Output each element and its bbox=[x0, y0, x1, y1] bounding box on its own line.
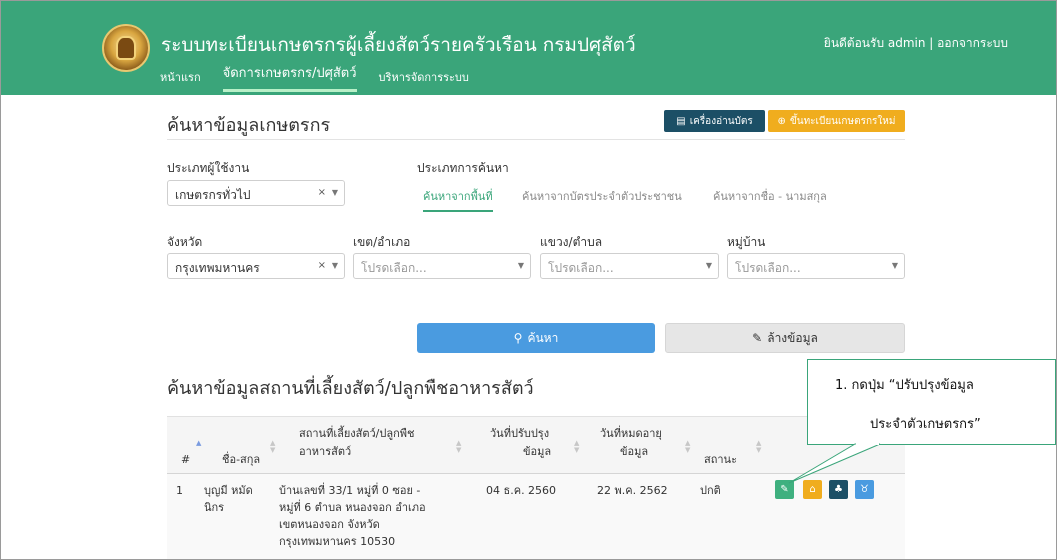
sort-icon[interactable]: ▲ ▼ bbox=[456, 440, 461, 454]
clear-button[interactable]: ✎ ล้างข้อมูล bbox=[665, 323, 905, 353]
user-type-value: เกษตรกรทั่วไป bbox=[175, 188, 251, 202]
sort-icon[interactable]: ▲ ▼ bbox=[756, 440, 761, 454]
user-type-label: ประเภทผู้ใช้งาน bbox=[167, 161, 250, 175]
livestock-icon: ♉ bbox=[860, 484, 869, 495]
chevron-down-icon: ▼ bbox=[331, 261, 338, 270]
search-icon: ⚲ bbox=[513, 331, 523, 345]
card-reader-button[interactable]: ▤ เครื่องอ่านบัตร bbox=[664, 110, 765, 132]
col-status[interactable]: สถานะ bbox=[704, 452, 737, 468]
col-expiry-2[interactable]: ข้อมูล bbox=[620, 444, 648, 460]
tab-search-by-name[interactable]: ค้นหาจากชื่อ - นามสกุล bbox=[713, 187, 827, 210]
row-status: ปกติ bbox=[700, 484, 721, 497]
edit-farmer-button[interactable]: ✎ bbox=[775, 480, 794, 499]
house-icon: ⌂ bbox=[809, 484, 816, 495]
search-type-label: ประเภทการค้นหา bbox=[417, 161, 509, 175]
app-title: ระบบทะเบียนเกษตรกรผู้เลี้ยงสัตว์รายครัวเ… bbox=[161, 34, 636, 56]
province-select[interactable]: กรุงเทพมหานคร × ▼ bbox=[167, 253, 345, 279]
tree-button[interactable]: ♣ bbox=[829, 480, 848, 499]
row-name-1: บุญมี หมัด bbox=[204, 484, 253, 497]
clear-icon[interactable]: × bbox=[318, 260, 326, 271]
clear-icon[interactable]: × bbox=[318, 187, 326, 198]
subdistrict-select[interactable]: โปรดเลือก... ▼ bbox=[540, 253, 719, 279]
row-place-1: บ้านเลขที่ 33/1 หมู่ที่ 0 ซอย - bbox=[279, 484, 421, 497]
user-type-select[interactable]: เกษตรกรทั่วไป × ▼ bbox=[167, 180, 345, 206]
row-expiry: 22 พ.ค. 2562 bbox=[597, 484, 668, 497]
subdistrict-label: แขวง/ตำบล bbox=[540, 235, 603, 249]
col-updated-1[interactable]: วันที่ปรับปรุง bbox=[490, 426, 549, 442]
village-placeholder: โปรดเลือก... bbox=[735, 261, 801, 275]
row-updated: 04 ธ.ค. 2560 bbox=[486, 484, 557, 497]
province-value: กรุงเทพมหานคร bbox=[175, 261, 260, 275]
row-name-2: นิกร bbox=[204, 501, 225, 514]
row-place-3: เขตหนองจอก จังหวัด bbox=[279, 518, 380, 531]
user-plus-icon: ⊕ bbox=[777, 115, 786, 127]
eraser-icon: ✎ bbox=[752, 331, 763, 345]
welcome-logout-link[interactable]: ยินดีต้อนรับ admin | ออกจากระบบ bbox=[824, 34, 1008, 53]
sort-asc-icon[interactable]: ▲ bbox=[196, 440, 201, 447]
house-button[interactable]: ⌂ bbox=[803, 480, 822, 499]
col-num[interactable]: # bbox=[181, 452, 190, 468]
province-label: จังหวัด bbox=[167, 235, 203, 249]
village-select[interactable]: โปรดเลือก... ▼ bbox=[727, 253, 905, 279]
page-title: ค้นหาข้อมูลเกษตรกร bbox=[167, 115, 331, 136]
tab-search-by-area[interactable]: ค้นหาจากพื้นที่ bbox=[423, 187, 493, 212]
col-expiry-1[interactable]: วันที่หมดอายุ bbox=[600, 426, 662, 442]
livestock-button[interactable]: ♉ bbox=[855, 480, 874, 499]
department-logo[interactable] bbox=[102, 24, 150, 72]
village-label: หมู่บ้าน bbox=[727, 235, 766, 249]
search-button[interactable]: ⚲ ค้นหา bbox=[417, 323, 655, 353]
chevron-down-icon: ▼ bbox=[891, 261, 898, 270]
clear-button-label: ล้างข้อมูล bbox=[767, 330, 818, 345]
subdistrict-placeholder: โปรดเลือก... bbox=[548, 261, 614, 275]
divider bbox=[167, 139, 905, 140]
sort-icon[interactable]: ▲ ▼ bbox=[685, 440, 690, 454]
sort-icon[interactable]: ▲ ▼ bbox=[270, 440, 275, 454]
tab-search-by-id-card[interactable]: ค้นหาจากบัตรประจำตัวประชาชน bbox=[522, 187, 682, 210]
col-name[interactable]: ชื่อ-สกุล bbox=[222, 452, 260, 468]
row-place-2: หมู่ที่ 6 ตำบล หนองจอก อำเภอ bbox=[279, 501, 426, 514]
callout-line-2: ประจำตัวเกษตรกร” bbox=[870, 417, 981, 432]
search-button-label: ค้นหา bbox=[527, 330, 559, 345]
edit-farmer-icon: ✎ bbox=[780, 484, 789, 495]
district-select[interactable]: โปรดเลือก... ▼ bbox=[353, 253, 531, 279]
card-reader-label: เครื่องอ่านบัตร bbox=[689, 115, 753, 127]
main-nav: หน้าแรก จัดการเกษตรกร/ปศุสัตว์ บริหารจัด… bbox=[160, 62, 491, 92]
nav-home[interactable]: หน้าแรก bbox=[160, 68, 201, 92]
chevron-down-icon: ▼ bbox=[517, 261, 524, 270]
id-card-icon: ▤ bbox=[676, 115, 686, 127]
chevron-down-icon: ▼ bbox=[331, 188, 338, 197]
row-num: 1 bbox=[176, 484, 183, 497]
tree-icon: ♣ bbox=[834, 484, 843, 495]
sort-icon[interactable]: ▲ ▼ bbox=[574, 440, 579, 454]
results-title: ค้นหาข้อมูลสถานที่เลี้ยงสัตว์/ปลูกพืชอาห… bbox=[167, 378, 534, 399]
district-placeholder: โปรดเลือก... bbox=[361, 261, 427, 275]
col-place-1[interactable]: สถานที่เลี้ยงสัตว์/ปลูกพืช bbox=[299, 426, 414, 442]
nav-manage-farmers[interactable]: จัดการเกษตรกร/ปศุสัตว์ bbox=[222, 62, 357, 92]
chevron-down-icon: ▼ bbox=[705, 261, 712, 270]
register-farmer-button[interactable]: ⊕ ขึ้นทะเบียนเกษตรกรใหม่ bbox=[768, 110, 905, 132]
register-label: ขึ้นทะเบียนเกษตรกรใหม่ bbox=[789, 115, 896, 127]
row-place-4: กรุงเทพมหานคร 10530 bbox=[279, 535, 396, 548]
callout-line-1: 1. กดปุ่ม “ปรับปรุงข้อมูล bbox=[835, 378, 974, 393]
col-place-2[interactable]: อาหารสัตว์ bbox=[299, 444, 351, 460]
district-label: เขต/อำเภอ bbox=[353, 235, 411, 249]
instruction-callout: 1. กดปุ่ม “ปรับปรุงข้อมูล ประจำตัวเกษตรก… bbox=[807, 359, 1056, 445]
nav-admin[interactable]: บริหารจัดการระบบ bbox=[379, 68, 469, 92]
col-updated-2[interactable]: ข้อมูล bbox=[523, 444, 551, 460]
